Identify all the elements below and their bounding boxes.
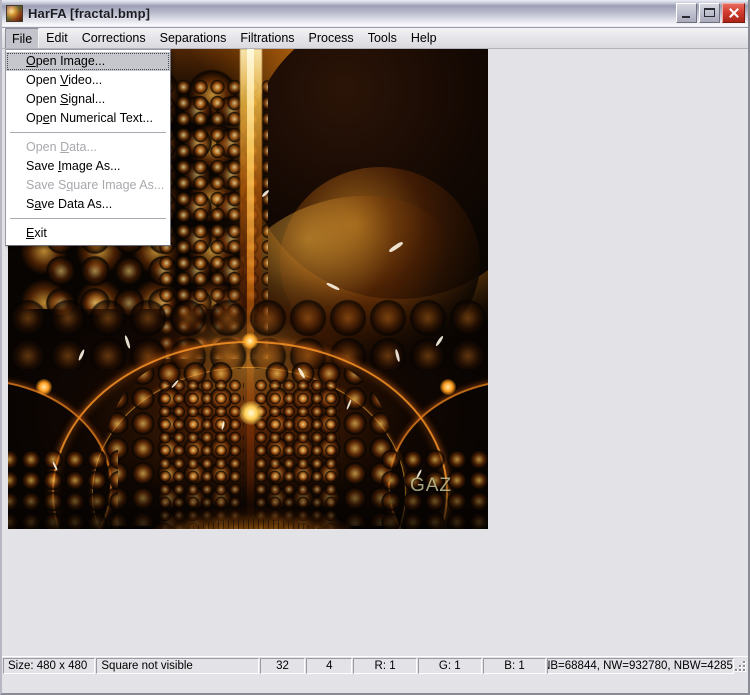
fractal-layer-comb-band [8,299,488,369]
fractal-layer-arc-inner [92,367,406,529]
status-bar: Size: 480 x 480 Square not visible 32 4 … [2,656,748,675]
fractal-specular [297,367,306,379]
minimize-icon [682,16,690,18]
fractal-specular [123,334,132,350]
file-dropdown-menu: Open Image... Open Video... Open Signal.… [5,49,171,246]
fractal-layer-dome-right-fine [254,379,340,529]
menu-edit[interactable]: Edit [39,28,75,48]
fractal-layer-dome-left [104,361,234,526]
fractal-layer-arc-right [388,379,488,529]
fractal-layer-spine-core [247,49,254,519]
title-bar[interactable]: HarFA [fractal.bmp] [2,0,748,28]
fractal-layer-dome-left-fine [158,379,244,529]
fractal-layer-node-top [242,333,258,349]
status-value-2: 4 [306,658,353,674]
menu-corrections[interactable]: Corrections [75,28,153,48]
app-icon [6,5,23,22]
maximize-button[interactable] [699,3,720,23]
fractal-specular [261,189,270,198]
resize-grip[interactable] [734,658,748,674]
menu-file[interactable]: File [5,28,40,48]
menu-tools[interactable]: Tools [361,28,404,48]
application-window: HarFA [fractal.bmp] File Edit Correction… [0,0,750,695]
status-channel-g: G: 1 [417,658,482,674]
fractal-specular [434,335,445,347]
status-image-size: Size: 480 x 480 [3,658,96,674]
fractal-specular [388,240,404,254]
menu-item-open-numerical-text[interactable]: Open Numerical Text... [6,109,170,128]
window-title: HarFA [fractal.bmp] [28,6,151,21]
status-channel-r: R: 1 [353,658,417,674]
menu-help[interactable]: Help [404,28,444,48]
fractal-layer-crescent [210,170,476,388]
fractal-layer-bottom-shade [8,479,488,529]
menu-item-open-video[interactable]: Open Video... [6,71,170,90]
fractal-layer-corner-right [380,449,488,529]
menu-item-open-data: Open Data... [26,140,97,154]
menu-separations[interactable]: Separations [153,28,234,48]
fractal-layer-dome-right [264,361,394,526]
menu-bar: File Edit Corrections Separations Filtra… [2,28,748,49]
status-square-state: Square not visible [96,658,259,674]
fractal-layer-arc-left [8,379,112,529]
menu-item-save-image-as[interactable]: Save Image As... [6,157,170,176]
status-pixel-counts: NB=68844, NW=932780, NBW=42856 [547,658,734,674]
fractal-layer-node-right [440,379,456,395]
fractal-layer-node-left [36,379,52,395]
fractal-layer-ridge-striations [138,519,368,529]
fractal-layer-ridge [128,501,378,529]
fractal-layer-sphere-inner [280,167,480,357]
fractal-specular [394,348,401,363]
status-value-1: 32 [259,658,306,674]
menu-item-open-image[interactable]: Open Image... [6,52,170,71]
minimize-button[interactable] [676,3,697,23]
window-controls [676,3,745,23]
fractal-layer-corner-left [8,449,118,529]
fractal-layer-sphere-top-right [248,49,488,299]
fractal-layer-node-center [239,401,263,425]
fractal-layer-spine [240,49,262,349]
fractal-specular [171,379,179,389]
fractal-specular [51,461,59,471]
status-channel-b: B: 1 [482,658,547,674]
menu-process[interactable]: Process [302,28,361,48]
fractal-layer-arc-main [52,341,448,529]
fractal-layer-comb-center [158,79,268,359]
fractal-specular [346,399,352,410]
client-area: GAZ Open Image... Open Video... Open Sig… [2,49,748,675]
menu-item-exit[interactable]: Exit [6,224,170,243]
close-button[interactable] [722,3,745,23]
fractal-specular [415,469,423,479]
fractal-specular [221,420,225,431]
maximize-icon [704,8,715,17]
menu-separator [10,132,166,134]
menu-separator [10,218,166,220]
menu-item-open-signal[interactable]: Open Signal... [6,90,170,109]
fractal-specular [326,282,340,291]
fractal-specular [77,348,86,362]
menu-filtrations[interactable]: Filtrations [233,28,301,48]
image-watermark: GAZ [409,475,452,496]
menu-item-save-square-image-as: Save Square Image As... [26,178,165,192]
menu-item-save-data-as[interactable]: Save Data As... [6,195,170,214]
